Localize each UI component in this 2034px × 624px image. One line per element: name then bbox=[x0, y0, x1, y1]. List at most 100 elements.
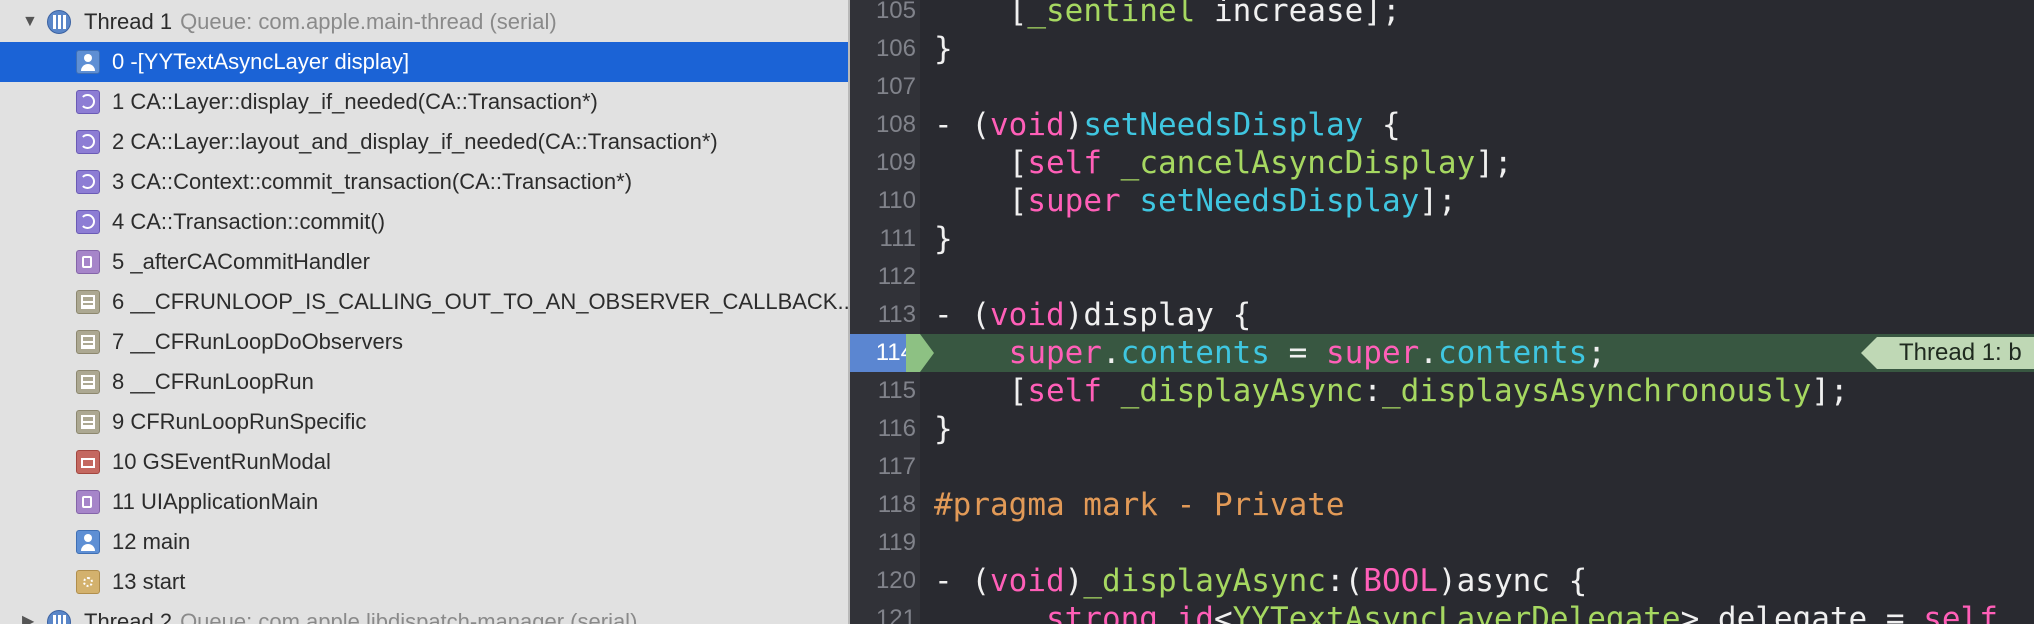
line-number[interactable]: 113 bbox=[850, 296, 916, 334]
cup-icon bbox=[76, 250, 100, 274]
core-foundation-icon bbox=[76, 290, 100, 314]
core-animation-icon bbox=[76, 90, 100, 114]
code-text: - (void)setNeedsDisplay { bbox=[934, 107, 1401, 143]
line-number[interactable]: 111 bbox=[850, 220, 916, 258]
core-foundation-icon bbox=[76, 410, 100, 434]
stack-frame-label: 3 CA::Context::commit_transaction(CA::Tr… bbox=[112, 169, 633, 194]
breakpoint-status-badge: Thread 1: b bbox=[1861, 337, 2034, 369]
disclosure-triangle-icon[interactable]: ▶ bbox=[22, 602, 34, 624]
thread-name: Thread 2 bbox=[84, 609, 173, 624]
user-code-icon bbox=[76, 530, 100, 554]
stack-frame-row[interactable]: 13 start bbox=[0, 562, 848, 602]
code-line[interactable]: 118 #pragma mark - Private bbox=[850, 486, 2034, 524]
code-line[interactable]: 113 - (void)display { bbox=[850, 296, 2034, 334]
core-animation-icon bbox=[76, 130, 100, 154]
stack-frame-label: 2 CA::Layer::layout_and_display_if_neede… bbox=[112, 129, 718, 154]
code-text: - (void)display { bbox=[934, 297, 1252, 333]
code-line[interactable]: 116} bbox=[850, 410, 2034, 448]
stack-frame-row[interactable]: 3 CA::Context::commit_transaction(CA::Tr… bbox=[0, 162, 848, 202]
stack-frame-row[interactable]: 11 UIApplicationMain bbox=[0, 482, 848, 522]
line-number[interactable]: 119 bbox=[850, 524, 916, 562]
stack-frame-label: 11 UIApplicationMain bbox=[112, 489, 319, 514]
code-text: } bbox=[934, 31, 953, 67]
stack-frame-row[interactable]: 12 main bbox=[0, 522, 848, 562]
stack-frame-label: 9 CFRunLoopRunSpecific bbox=[112, 409, 367, 434]
cup-icon bbox=[76, 490, 100, 514]
thread-icon bbox=[47, 610, 71, 624]
core-foundation-icon bbox=[76, 330, 100, 354]
code-line[interactable]: 105 [_sentinel increase]; bbox=[850, 0, 2034, 30]
stack-frame-row[interactable]: 4 CA::Transaction::commit() bbox=[0, 202, 848, 242]
stack-frame-row[interactable]: 7 __CFRunLoopDoObservers bbox=[0, 322, 848, 362]
stack-frame-row[interactable]: 0 -[YYTextAsyncLayer display] bbox=[0, 42, 848, 82]
code-text: __strong id<YYTextAsyncLayerDelegate> de… bbox=[1008, 601, 1998, 624]
code-text: [_sentinel increase]; bbox=[934, 0, 1401, 29]
thread-2-row[interactable]: ▶ Thread 2 Queue: com.apple.libdispatch-m… bbox=[0, 602, 848, 624]
stack-frame-label: 1 CA::Layer::display_if_needed(CA::Trans… bbox=[112, 89, 598, 114]
line-number[interactable]: 116 bbox=[850, 410, 916, 448]
stack-frame-label: 8 __CFRunLoopRun bbox=[112, 369, 314, 394]
line-number[interactable]: 117 bbox=[850, 448, 916, 486]
thread-icon bbox=[47, 10, 71, 34]
line-number[interactable]: 112 bbox=[850, 258, 916, 296]
user-code-icon bbox=[76, 50, 100, 74]
stack-frame-row[interactable]: 1 CA::Layer::display_if_needed(CA::Trans… bbox=[0, 82, 848, 122]
code-line[interactable]: 109 [self _cancelAsyncDisplay]; bbox=[850, 144, 2034, 182]
code-text: [self _displayAsync:_displaysAsynchronou… bbox=[934, 373, 1849, 409]
instruction-pointer-icon[interactable] bbox=[906, 334, 920, 372]
disclosure-triangle-icon[interactable]: ▼ bbox=[22, 2, 38, 42]
code-text: } bbox=[934, 221, 953, 257]
line-number[interactable]: 115 bbox=[850, 372, 916, 410]
stack-frame-row[interactable]: 5 _afterCACommitHandler bbox=[0, 242, 848, 282]
stack-frame-label: 12 main bbox=[112, 529, 191, 554]
code-line[interactable]: 108 - (void)setNeedsDisplay { bbox=[850, 106, 2034, 144]
stack-frame-row[interactable]: 6 __CFRUNLOOP_IS_CALLING_OUT_TO_AN_OBSER… bbox=[0, 282, 848, 322]
code-line[interactable]: 111} bbox=[850, 220, 2034, 258]
code-line[interactable]: 115 [self _displayAsync:_displaysAsynchr… bbox=[850, 372, 2034, 410]
line-number[interactable]: 106 bbox=[850, 30, 916, 68]
stack-frame-row[interactable]: 8 __CFRunLoopRun bbox=[0, 362, 848, 402]
stack-frame-label: 7 __CFRunLoopDoObservers bbox=[112, 329, 404, 354]
stack-frame-row[interactable]: 9 CFRunLoopRunSpecific bbox=[0, 402, 848, 442]
stack-frame-row[interactable]: 2 CA::Layer::layout_and_display_if_neede… bbox=[0, 122, 848, 162]
current-execution-line[interactable]: 114 super.contents = super.contents; Thre… bbox=[850, 334, 2034, 372]
line-number[interactable]: 121 bbox=[850, 600, 916, 624]
code-text: [self _cancelAsyncDisplay]; bbox=[934, 145, 1513, 181]
briefcase-icon bbox=[76, 450, 100, 474]
stack-frame-label: 13 start bbox=[112, 569, 186, 594]
stack-frame-label: 5 _afterCACommitHandler bbox=[112, 249, 370, 274]
line-number[interactable]: 120 bbox=[850, 562, 916, 600]
code-line[interactable]: 117 bbox=[850, 448, 2034, 486]
stack-frame-label: 0 -[YYTextAsyncLayer display] bbox=[112, 49, 410, 74]
source-editor[interactable]: 105 [_sentinel increase]; 106} 107 108- (vo… bbox=[850, 0, 2034, 624]
thread-queue: Queue: com.apple.main-thread (serial) bbox=[180, 9, 557, 34]
code-line[interactable]: 110 [super setNeedsDisplay]; bbox=[850, 182, 2034, 220]
stack-frame-row[interactable]: 10 GSEventRunModal bbox=[0, 442, 848, 482]
stack-frame-label: 10 GSEventRunModal bbox=[112, 449, 331, 474]
code-line[interactable]: 121 __strong id<YYTextAsyncLayerDelegate… bbox=[850, 600, 2034, 624]
line-number[interactable]: 107 bbox=[850, 68, 916, 106]
line-number[interactable]: 110 bbox=[850, 182, 916, 220]
thread-queue: Queue: com.apple.libdispatch-manager (se… bbox=[180, 609, 638, 624]
code-line[interactable]: 120 - (void)_displayAsync:(BOOL)async { bbox=[850, 562, 2034, 600]
code-text: - (void)_displayAsync:(BOOL)async { bbox=[934, 563, 1588, 599]
code-line[interactable]: 119 bbox=[850, 524, 2034, 562]
core-animation-icon bbox=[76, 210, 100, 234]
code-line[interactable]: 112 bbox=[850, 258, 2034, 296]
stack-frame-label: 6 __CFRUNLOOP_IS_CALLING_OUT_TO_AN_OBSER… bbox=[112, 289, 848, 314]
thread-1-row[interactable]: ▼ Thread 1 Queue: com.apple.main-thread (… bbox=[0, 2, 848, 42]
code-line[interactable]: 106} bbox=[850, 30, 2034, 68]
code-text: #pragma mark - Private bbox=[934, 487, 1345, 523]
debug-navigator: ▼ Thread 1 Queue: com.apple.main-thread (… bbox=[0, 0, 848, 624]
line-number[interactable]: 118 bbox=[850, 486, 916, 524]
core-foundation-icon bbox=[76, 370, 100, 394]
line-number[interactable]: 108 bbox=[850, 106, 916, 144]
instruction-pointer-arrow-icon[interactable] bbox=[920, 334, 934, 372]
code-text: super.contents = super.contents; bbox=[1008, 335, 1606, 371]
gear-icon bbox=[76, 570, 100, 594]
core-animation-icon bbox=[76, 170, 100, 194]
line-number[interactable]: 109 bbox=[850, 144, 916, 182]
thread-name: Thread 1 bbox=[84, 9, 173, 34]
line-number[interactable]: 105 bbox=[850, 0, 916, 30]
code-line[interactable]: 107 bbox=[850, 68, 2034, 106]
